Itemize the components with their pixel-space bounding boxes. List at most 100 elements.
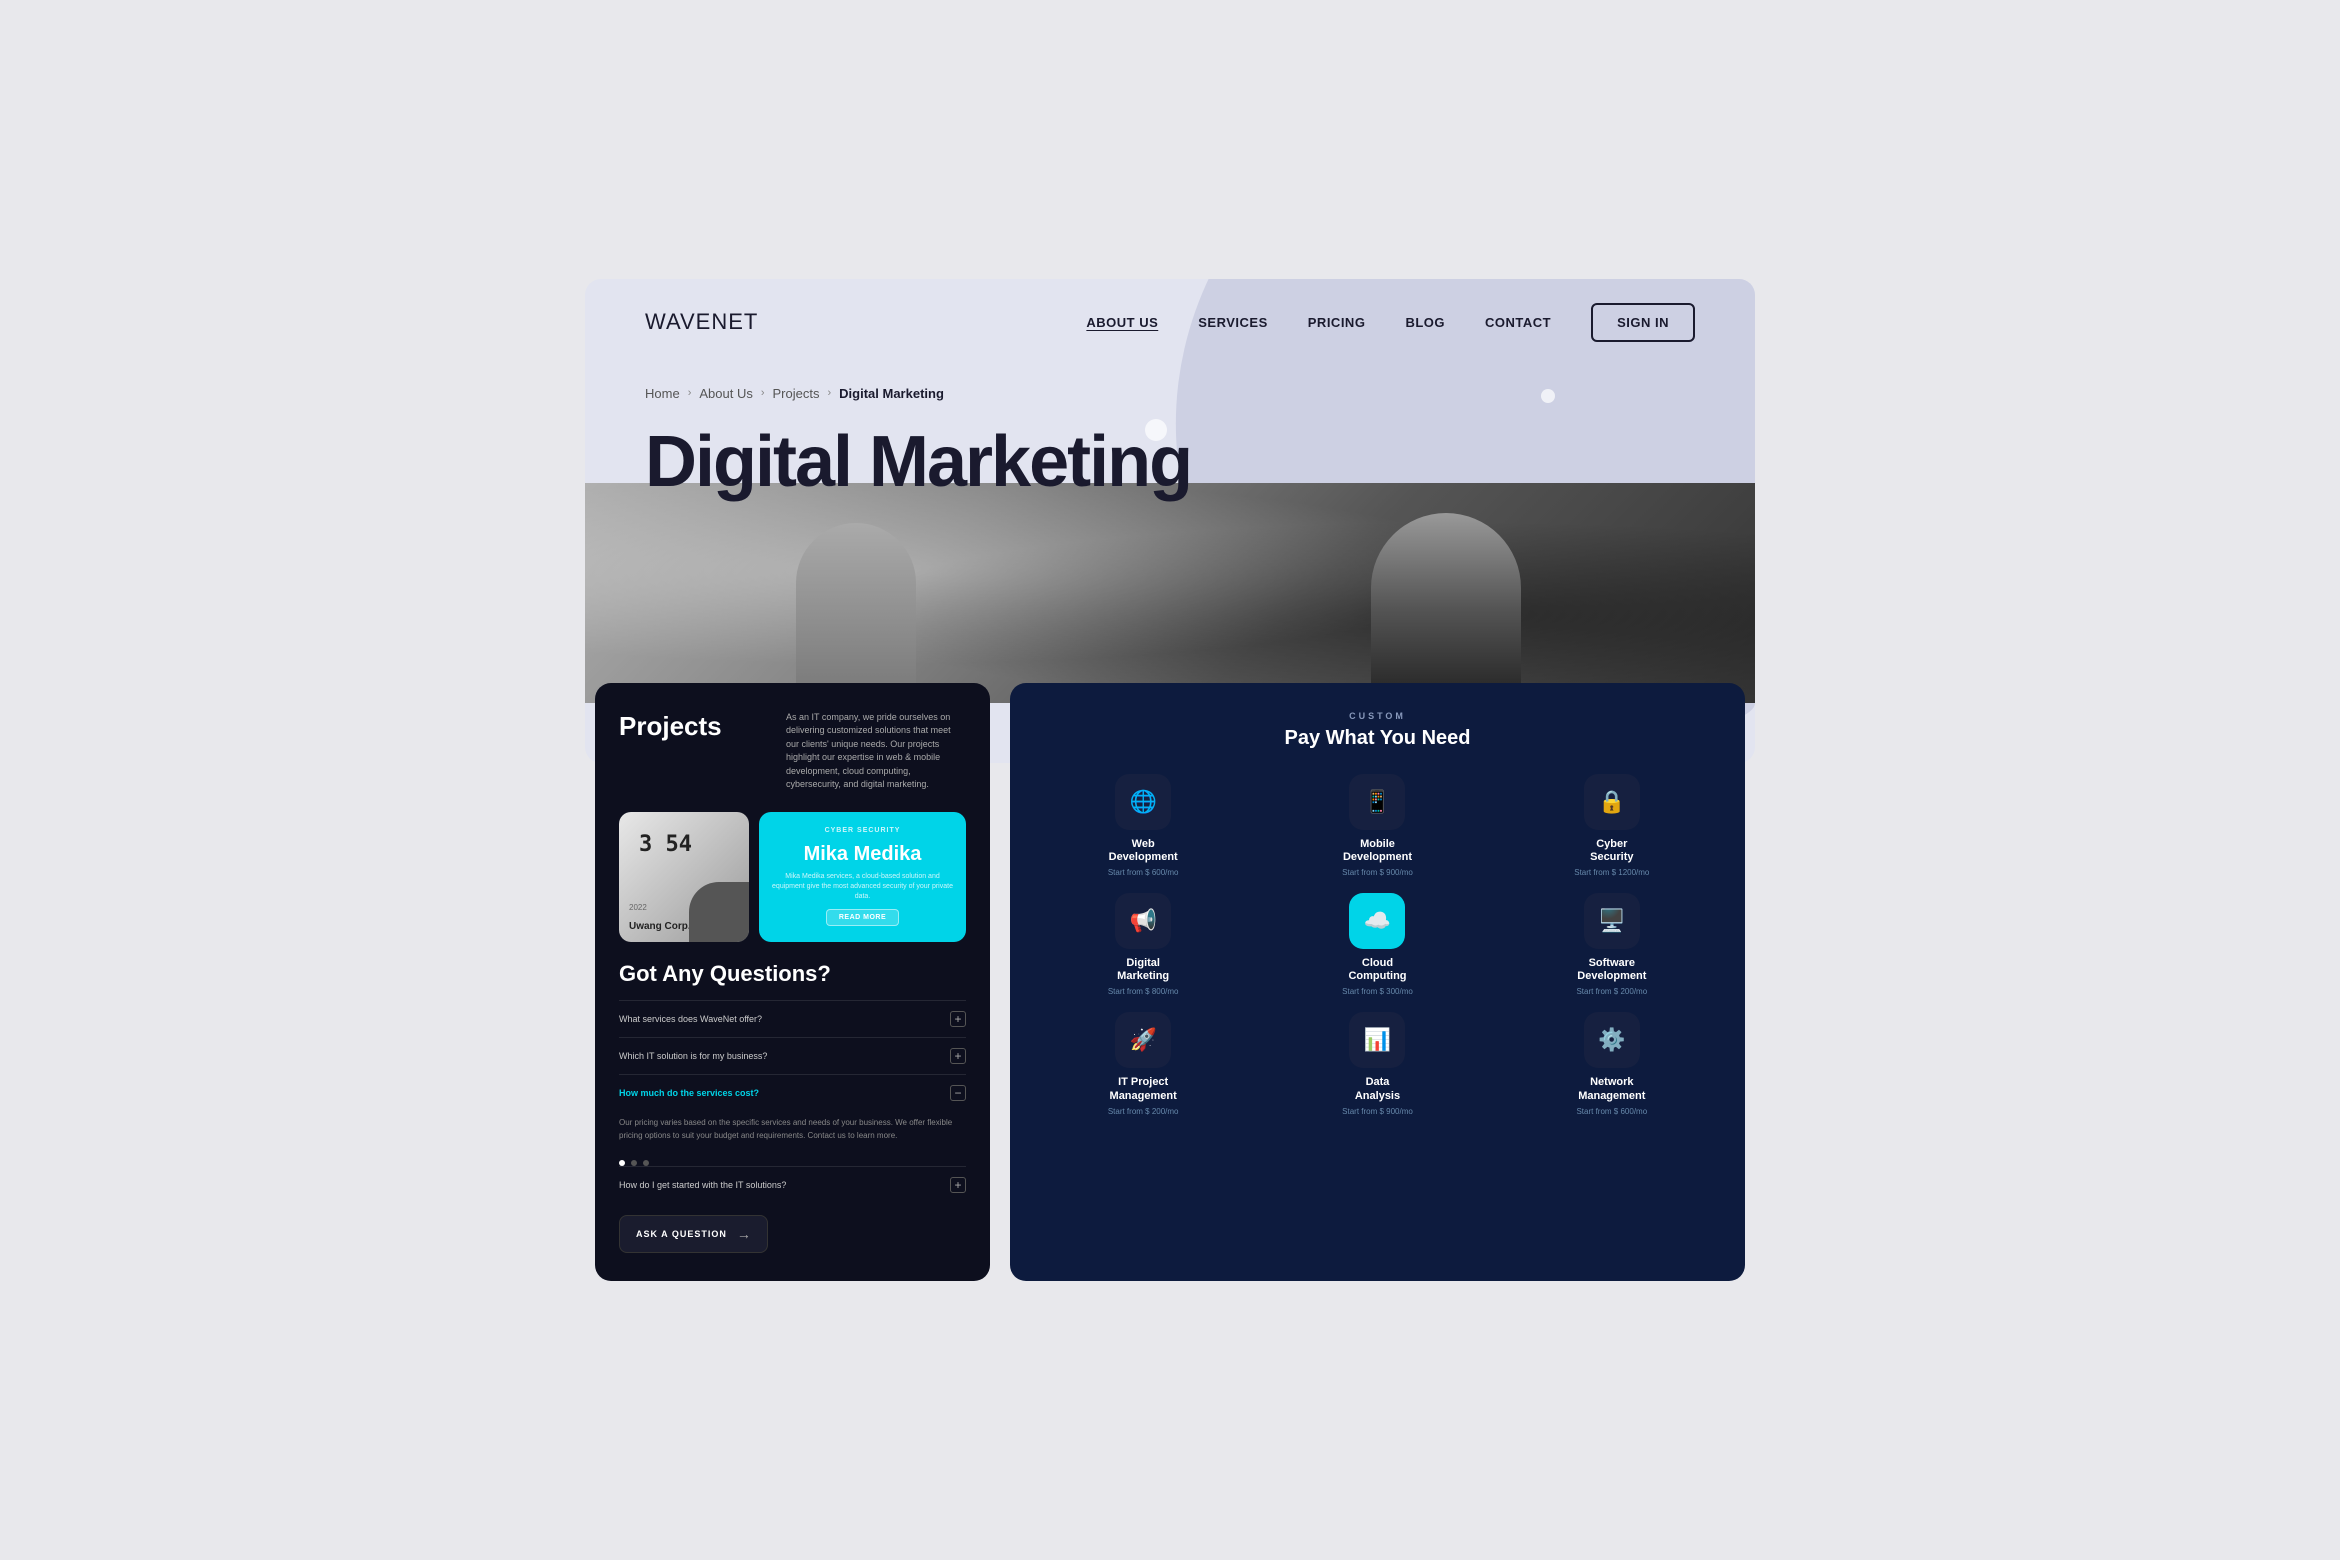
navbar: WAVENET ABOUT US SERVICES PRICING BLOG C… [585, 279, 1755, 366]
arrow-icon: → [737, 1226, 751, 1242]
brand-name-light: NET [711, 309, 758, 334]
person-silhouette-right [1371, 513, 1521, 703]
read-more-button[interactable]: READ MORE [826, 909, 899, 926]
web-development-icon-wrap: 🌐 [1115, 774, 1171, 830]
it-project-price: Start from $ 200/mo [1108, 1107, 1179, 1116]
data-analysis-icon-wrap: 📊 [1349, 1012, 1405, 1068]
breadcrumb-about-us[interactable]: About Us [699, 386, 752, 401]
project-company-name: Uwang Corp. [629, 921, 691, 932]
service-cloud-computing[interactable]: ☁️ CloudComputing Start from $ 300/mo [1268, 893, 1486, 996]
services-grid: 🌐 WebDevelopment Start from $ 600/mo 📱 M… [1034, 774, 1721, 1116]
service-network-management[interactable]: ⚙️ NetworkManagement Start from $ 600/mo [1503, 1012, 1721, 1115]
cloud-computing-name: CloudComputing [1348, 957, 1406, 983]
cards-row: Projects As an IT company, we pride ours… [585, 683, 1755, 1282]
project-description-small: Mika Medika services, a cloud-based solu… [771, 872, 954, 901]
it-project-icon-wrap: 🚀 [1115, 1012, 1171, 1068]
it-project-name: IT ProjectManagement [1110, 1076, 1177, 1102]
mobile-development-icon-wrap: 📱 [1349, 774, 1405, 830]
faq-item-1[interactable]: What services does WaveNet offer? + [619, 1000, 966, 1037]
network-management-icon-wrap: ⚙️ [1584, 1012, 1640, 1068]
chart-icon: 📊 [1364, 1027, 1391, 1053]
project-year: 2022 [629, 903, 647, 912]
cyber-security-icon-wrap: 🔒 [1584, 774, 1640, 830]
project-name-big: Mika Medika [804, 842, 922, 866]
digital-marketing-name: DigitalMarketing [1117, 957, 1169, 983]
breadcrumb: Home › About Us › Projects › Digital Mar… [585, 366, 1755, 411]
megaphone-icon: 📢 [1129, 908, 1156, 934]
faq-toggle-2[interactable]: + [950, 1048, 966, 1064]
page-title: Digital Marketing [585, 411, 1755, 503]
digital-marketing-price: Start from $ 800/mo [1108, 987, 1179, 996]
faq-question-2: Which IT solution is for my business? [619, 1051, 767, 1061]
sign-in-button[interactable]: SIGN IN [1591, 303, 1695, 342]
service-mobile-development[interactable]: 📱 MobileDevelopment Start from $ 900/mo [1268, 774, 1486, 877]
hero-image-strip [585, 483, 1755, 703]
service-data-analysis[interactable]: 📊 DataAnalysis Start from $ 900/mo [1268, 1012, 1486, 1115]
faq-question-1: What services does WaveNet offer? [619, 1014, 762, 1024]
monitor-icon: 🖥️ [1598, 908, 1625, 934]
nav-blog[interactable]: BLOG [1405, 315, 1445, 330]
mobile-development-price: Start from $ 900/mo [1342, 868, 1413, 877]
lock-icon: 🔒 [1598, 789, 1625, 815]
network-management-price: Start from $ 600/mo [1576, 1107, 1647, 1116]
project-image-left: 2022 Uwang Corp. [619, 812, 749, 942]
cloud-computing-price: Start from $ 300/mo [1342, 987, 1413, 996]
rocket-icon: 🚀 [1129, 1027, 1156, 1053]
nav-pricing[interactable]: PRICING [1308, 315, 1366, 330]
faq-toggle-3[interactable]: − [950, 1085, 966, 1101]
faq-section: Got Any Questions? What services does Wa… [619, 962, 966, 1254]
custom-label: CUSTOM [1034, 711, 1721, 721]
cloud-computing-icon-wrap: ☁️ [1349, 893, 1405, 949]
cyber-security-name: CyberSecurity [1590, 838, 1633, 864]
software-development-icon-wrap: 🖥️ [1584, 893, 1640, 949]
right-card: CUSTOM Pay What You Need 🌐 WebDevelopmen… [1010, 683, 1745, 1282]
brand-logo[interactable]: WAVENET [645, 309, 758, 335]
service-digital-marketing[interactable]: 📢 DigitalMarketing Start from $ 800/mo [1034, 893, 1252, 996]
projects-title: Projects [619, 711, 722, 742]
service-web-development[interactable]: 🌐 WebDevelopment Start from $ 600/mo [1034, 774, 1252, 877]
faq-item-4[interactable]: How do I get started with the IT solutio… [619, 1166, 966, 1203]
ask-question-button[interactable]: ASK A QUESTION → [619, 1215, 768, 1253]
faq-question-4: How do I get started with the IT solutio… [619, 1180, 786, 1190]
project-card-right: CYBER SECURITY Mika Medika Mika Medika s… [759, 812, 966, 942]
data-analysis-price: Start from $ 900/mo [1342, 1107, 1413, 1116]
project-images: 2022 Uwang Corp. CYBER SECURITY Mika Med… [619, 812, 966, 942]
service-cyber-security[interactable]: 🔒 CyberSecurity Start from $ 1200/mo [1503, 774, 1721, 877]
nav-about-us[interactable]: ABOUT US [1086, 315, 1158, 330]
web-icon: 🌐 [1129, 789, 1156, 815]
web-development-name: WebDevelopment [1109, 838, 1178, 864]
gear-icon: ⚙️ [1598, 1027, 1625, 1053]
projects-header: Projects As an IT company, we pride ours… [619, 711, 966, 792]
digital-marketing-icon-wrap: 📢 [1115, 893, 1171, 949]
page-wrapper: WAVENET ABOUT US SERVICES PRICING BLOG C… [585, 279, 1755, 1282]
pay-title: Pay What You Need [1034, 727, 1721, 750]
breadcrumb-home[interactable]: Home [645, 386, 680, 401]
faq-toggle-4[interactable]: + [950, 1177, 966, 1193]
brand-name-bold: WAVE [645, 309, 711, 334]
ask-button-label: ASK A QUESTION [636, 1229, 727, 1239]
mobile-icon: 📱 [1364, 789, 1391, 815]
left-card: Projects As an IT company, we pride ours… [595, 683, 990, 1282]
person-silhouette-left [796, 523, 916, 703]
breadcrumb-sep-2: › [761, 387, 765, 399]
nav-services[interactable]: SERVICES [1198, 315, 1268, 330]
faq-toggle-1[interactable]: + [950, 1011, 966, 1027]
cloud-icon: ☁️ [1364, 908, 1391, 934]
data-analysis-name: DataAnalysis [1355, 1076, 1400, 1102]
nav-contact[interactable]: CONTACT [1485, 315, 1551, 330]
project-tag: CYBER SECURITY [825, 827, 901, 834]
cyber-security-price: Start from $ 1200/mo [1574, 868, 1649, 877]
mobile-development-name: MobileDevelopment [1343, 838, 1412, 864]
breadcrumb-projects[interactable]: Projects [773, 386, 820, 401]
faq-title: Got Any Questions? [619, 962, 966, 986]
breadcrumb-sep-1: › [688, 387, 692, 399]
software-development-name: SoftwareDevelopment [1577, 957, 1646, 983]
breadcrumb-current: Digital Marketing [839, 386, 944, 401]
faq-item-2[interactable]: Which IT solution is for my business? + [619, 1037, 966, 1074]
service-software-development[interactable]: 🖥️ SoftwareDevelopment Start from $ 200/… [1503, 893, 1721, 996]
service-it-project-management[interactable]: 🚀 IT ProjectManagement Start from $ 200/… [1034, 1012, 1252, 1115]
faq-item-3[interactable]: How much do the services cost? − [619, 1074, 966, 1111]
breadcrumb-sep-3: › [827, 387, 831, 399]
faq-question-3: How much do the services cost? [619, 1088, 759, 1098]
network-management-name: NetworkManagement [1578, 1076, 1645, 1102]
